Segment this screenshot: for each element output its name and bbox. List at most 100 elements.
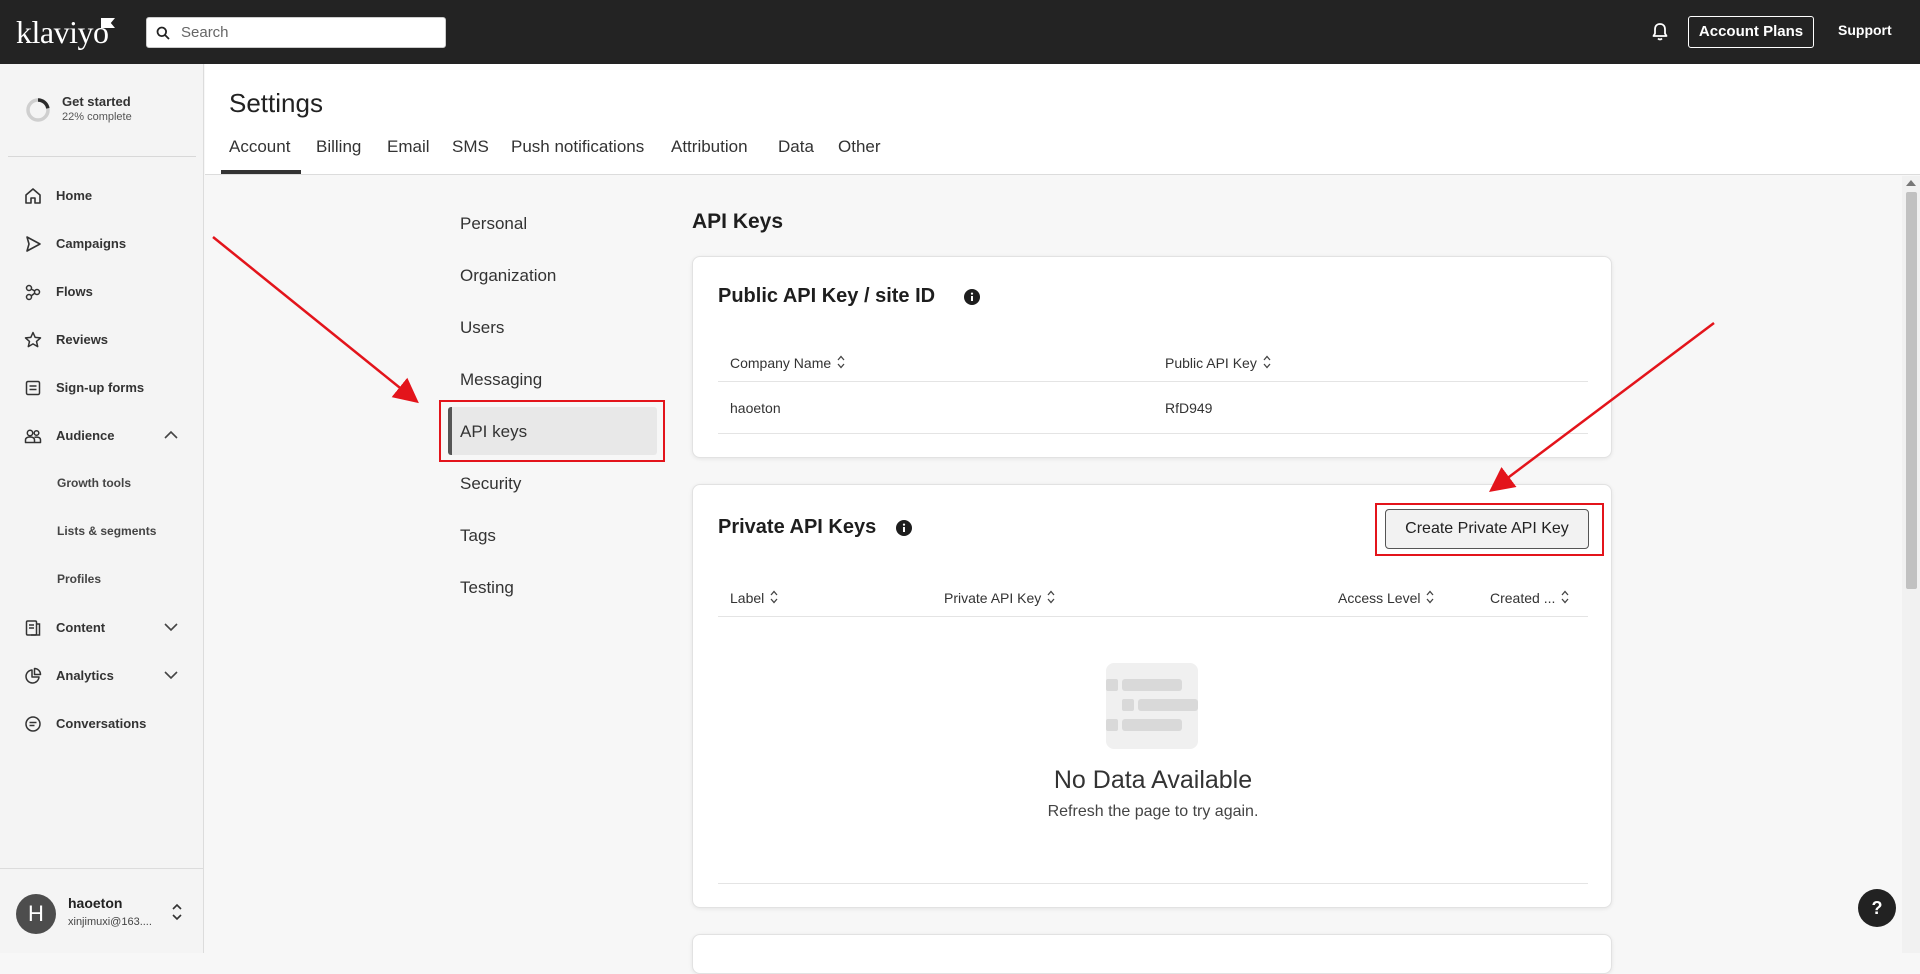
divider [718,883,1588,884]
tab-account[interactable]: Account [229,137,290,157]
tab-attribution[interactable]: Attribution [671,137,748,157]
next-card [692,934,1612,974]
sidebar-item-label: Content [56,620,106,635]
divider [718,616,1588,617]
column-header-private-api-key[interactable]: Private API Key [944,590,1055,606]
settings-nav-security[interactable]: Security [460,474,521,494]
settings-nav-users[interactable]: Users [460,318,504,338]
settings-nav-personal[interactable]: Personal [460,214,527,234]
sort-icon [1263,355,1271,369]
column-header-label-text: Created ... [1490,590,1556,606]
sidebar-subitem-profiles[interactable]: Profiles [57,572,101,586]
tab-email[interactable]: Email [387,137,430,157]
tab-billing[interactable]: Billing [316,137,361,157]
divider [718,433,1588,434]
content-icon [25,620,41,636]
scrollbar-thumb[interactable] [1906,192,1917,589]
chevron-up-down-icon [172,903,182,921]
column-header-label: Public API Key [1165,355,1257,371]
chevron-up-icon[interactable] [164,430,178,440]
empty-state-subtitle: Refresh the page to try again. [1047,803,1259,820]
avatar: H [16,894,56,934]
settings-header: Settings Account Billing Email SMS Push … [205,64,1920,175]
get-started-progress: 22% complete [62,111,132,123]
divider [0,868,204,869]
column-header-label[interactable]: Label [730,590,778,606]
card-title: Private API Keys [718,516,877,538]
column-header-access-level[interactable]: Access Level [1338,590,1434,606]
search-box[interactable] [146,17,446,48]
column-header-created[interactable]: Created ... [1490,590,1569,606]
table-cell-public-api-key: RfD949 [1165,400,1213,416]
info-icon[interactable] [964,289,980,305]
sidebar-item-content[interactable]: Content [0,608,204,648]
public-api-key-card: Public API Key / site ID Company Name Pu… [692,256,1612,458]
column-header-label-text: Private API Key [944,590,1042,606]
settings-nav-testing[interactable]: Testing [460,578,514,598]
chevron-down-icon[interactable] [164,670,178,680]
column-header-company-name[interactable]: Company Name [730,355,845,371]
sidebar-item-label: Sign-up forms [56,380,145,395]
sidebar-item-label: Conversations [56,716,147,731]
column-header-label-text: Access Level [1338,590,1421,606]
flows-icon [25,284,41,301]
scroll-up-icon[interactable] [1906,180,1916,186]
column-header-label: Company Name [730,355,832,371]
sidebar-item-signup-forms[interactable]: Sign-up forms [0,368,204,408]
table-cell-company-name: haoeton [730,400,781,416]
help-button[interactable]: ? [1858,889,1896,927]
top-bar: klaviyo Account Plans Support [0,0,1920,64]
logo-flag-icon [101,18,115,28]
user-name: haoeton [68,895,123,911]
sidebar-item-campaigns[interactable]: Campaigns [0,224,204,264]
sidebar-item-conversations[interactable]: Conversations [0,704,204,744]
form-icon [25,380,41,396]
sort-icon [1047,590,1055,604]
page-title: Settings [229,88,323,118]
notification-bell-icon[interactable] [1651,22,1669,42]
account-plans-button[interactable]: Account Plans [1688,16,1814,48]
sidebar-item-reviews[interactable]: Reviews [0,320,204,360]
analytics-icon [25,667,42,684]
sidebar-item-flows[interactable]: Flows [0,272,204,312]
support-link[interactable]: Support [1838,22,1892,38]
settings-nav-organization[interactable]: Organization [460,266,556,286]
audience-icon [24,429,42,444]
sort-icon [1426,590,1434,604]
column-header-label-text: Label [730,590,765,606]
tab-other[interactable]: Other [838,137,881,157]
home-icon [25,188,41,204]
card-title: Public API Key / site ID [718,285,936,307]
sidebar-subitem-lists-segments[interactable]: Lists & segments [57,524,156,538]
chat-icon [25,716,41,732]
get-started-title: Get started [62,94,131,109]
user-email: xinjimuxi@163.... [68,916,152,928]
klaviyo-logo[interactable]: klaviyo [16,14,109,50]
sidebar-item-analytics[interactable]: Analytics [0,656,204,696]
sidebar-item-label: Analytics [56,668,114,683]
sort-icon [770,590,778,604]
annotation-highlight-box [439,400,665,462]
info-icon[interactable] [896,520,912,536]
search-icon [156,26,170,40]
settings-nav-tags[interactable]: Tags [460,526,496,546]
sidebar-item-label: Campaigns [56,236,127,251]
tab-sms[interactable]: SMS [452,137,489,157]
column-header-public-api-key[interactable]: Public API Key [1165,355,1271,371]
sidebar-subitem-growth-tools[interactable]: Growth tools [57,476,131,490]
divider [8,156,196,157]
sidebar-item-label: Home [56,188,93,203]
active-tab-indicator [221,170,301,174]
tab-push-notifications[interactable]: Push notifications [511,137,644,157]
sidebar-item-home[interactable]: Home [0,176,204,216]
sidebar-item-audience[interactable]: Audience [0,416,204,456]
tab-data[interactable]: Data [778,137,814,157]
annotation-arrow [212,236,419,404]
empty-state-illustration-icon [1106,663,1198,749]
chevron-down-icon[interactable] [164,622,178,632]
search-input[interactable] [179,18,439,47]
settings-nav-messaging[interactable]: Messaging [460,370,542,390]
sidebar-item-label: Flows [56,284,93,299]
star-icon [24,331,42,348]
progress-ring-icon [26,98,50,122]
